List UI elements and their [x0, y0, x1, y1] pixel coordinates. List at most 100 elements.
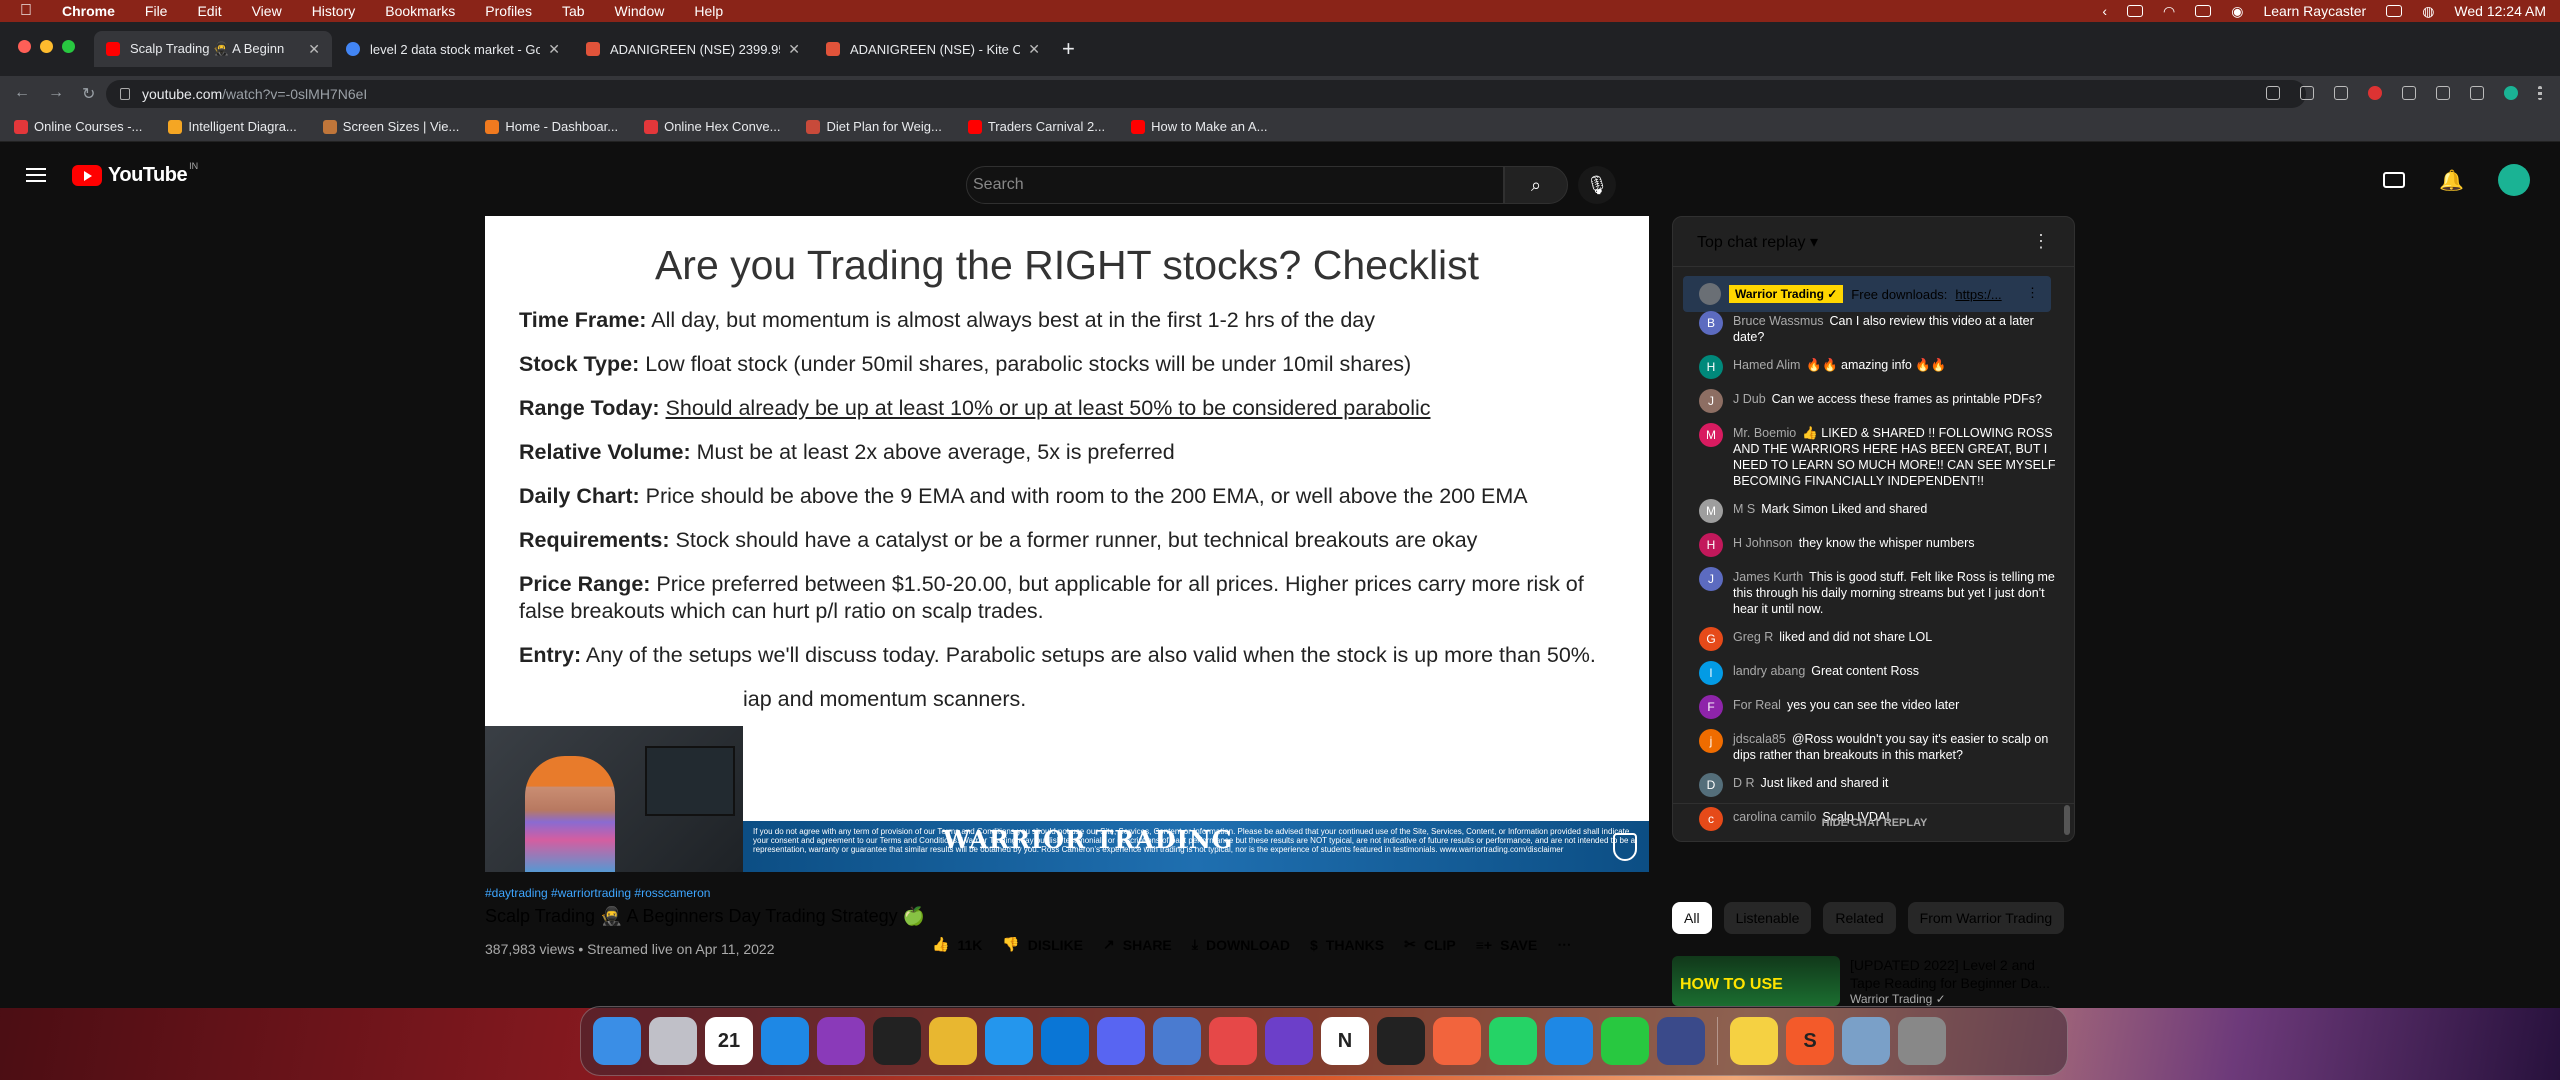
tab-google[interactable]: level 2 data stock market - Goo ✕: [334, 31, 572, 67]
avatar[interactable]: F: [1699, 695, 1723, 719]
chat-author[interactable]: H Johnson: [1733, 536, 1793, 550]
control-center-icon[interactable]: [2386, 5, 2403, 17]
sidebar-icon[interactable]: [2470, 86, 2484, 100]
preview-icon[interactable]: [1842, 1017, 1890, 1065]
tab-kite-2[interactable]: ADANIGREEN (NSE) - Kite Cha ✕: [814, 31, 1052, 67]
hashtags[interactable]: #daytrading #warriortrading #rosscameron: [485, 886, 1655, 900]
avatar[interactable]: D: [1699, 773, 1723, 797]
minimize-window-button[interactable]: [40, 40, 53, 53]
chat-message[interactable]: M Mr. Boemio 👍 LIKED & SHARED !! FOLLOWING…: [1699, 423, 2063, 489]
chat-author[interactable]: Greg R: [1733, 630, 1773, 644]
more-vertical-icon[interactable]: ⋮: [2026, 285, 2039, 301]
chip-all[interactable]: All: [1672, 902, 1712, 934]
chat-author[interactable]: Hamed Alim: [1733, 358, 1800, 372]
menu-file[interactable]: File: [145, 3, 168, 19]
recommended-channel[interactable]: Warrior Trading ✓: [1850, 992, 2060, 1006]
avatar[interactable]: B: [1699, 311, 1723, 335]
chat-message[interactable]: D D R Just liked and shared it: [1699, 773, 2063, 797]
chat-message[interactable]: B Bruce Wassmus Can I also review this vid…: [1699, 311, 2063, 345]
raycast-status[interactable]: Learn Raycaster: [2263, 3, 2366, 19]
avatar[interactable]: l: [1699, 661, 1723, 685]
hide-chat-replay-button[interactable]: HIDE CHAT REPLAY: [1673, 803, 2074, 841]
reload-icon[interactable]: ↻: [82, 84, 95, 104]
bookmark-star-icon[interactable]: [2334, 86, 2348, 100]
tab-youtube[interactable]: Scalp Trading 🥷 A Beginn ✕: [94, 31, 332, 67]
avatar[interactable]: M: [1699, 499, 1723, 523]
avatar[interactable]: H: [1699, 533, 1723, 557]
chip-related[interactable]: Related: [1823, 902, 1896, 934]
discord-icon[interactable]: [1097, 1017, 1145, 1065]
whatsapp-icon[interactable]: [1489, 1017, 1537, 1065]
more-menu-icon[interactable]: [2538, 86, 2542, 100]
todo-icon[interactable]: [1209, 1017, 1257, 1065]
profile-icon[interactable]: [2504, 86, 2518, 100]
youtube-logo[interactable]: YouTube IN: [72, 161, 198, 187]
menu-tab[interactable]: Tab: [562, 3, 585, 19]
chat-message[interactable]: H Hamed Alim 🔥🔥 amazing info 🔥🔥: [1699, 355, 2063, 379]
chat-message[interactable]: J J Dub Can we access these frames as prin…: [1699, 389, 2063, 413]
lock-icon[interactable]: [120, 88, 130, 100]
like-button[interactable]: 👍 11K: [932, 936, 982, 953]
trash-icon[interactable]: [1898, 1017, 1946, 1065]
address-bar[interactable]: youtube.com/watch?v=-0slMH7N6eI: [106, 80, 2306, 108]
facetime-icon[interactable]: [1601, 1017, 1649, 1065]
chat-author[interactable]: jdscala85: [1733, 732, 1786, 746]
close-tab-icon[interactable]: ✕: [1028, 41, 1040, 58]
tab-kite-1[interactable]: ADANIGREEN (NSE) 2399.95 ▲ ✕: [574, 31, 812, 67]
save-button[interactable]: ≡+ SAVE: [1476, 937, 1537, 953]
avatar[interactable]: G: [1699, 627, 1723, 651]
chat-author[interactable]: James Kurth: [1733, 570, 1803, 584]
chat-message[interactable]: l landry abang Great content Ross: [1699, 661, 2063, 685]
bookmark-item[interactable]: Traders Carnival 2...: [967, 119, 1105, 134]
chat-message[interactable]: J James Kurth This is good stuff. Felt lik…: [1699, 567, 2063, 617]
launchpad-icon[interactable]: [649, 1017, 697, 1065]
github-desktop-icon[interactable]: [817, 1017, 865, 1065]
chat-author[interactable]: D R: [1733, 776, 1755, 790]
screen-mirroring-icon[interactable]: [2195, 5, 2212, 17]
chip-from-warrior-trading[interactable]: From Warrior Trading: [1907, 902, 2065, 934]
siri-icon[interactable]: ◍: [2422, 3, 2434, 20]
avatar[interactable]: M: [1699, 423, 1723, 447]
menu-history[interactable]: History: [312, 3, 356, 19]
app-store-icon[interactable]: [761, 1017, 809, 1065]
avatar[interactable]: j: [1699, 729, 1723, 753]
share-button[interactable]: ↗ SHARE: [1103, 936, 1172, 953]
chrome-icon[interactable]: [929, 1017, 977, 1065]
calendar-icon[interactable]: 21: [705, 1017, 753, 1065]
wifi-icon[interactable]: ◠: [2163, 3, 2175, 20]
terminal-icon[interactable]: [1377, 1017, 1425, 1065]
bookmark-item[interactable]: How to Make an A...: [1131, 119, 1267, 134]
menu-bookmarks[interactable]: Bookmarks: [385, 3, 455, 19]
voice-search-button[interactable]: 🎙: [1578, 166, 1616, 204]
thanks-button[interactable]: $ THANKS: [1310, 937, 1384, 953]
bookmark-item[interactable]: Home - Dashboar...: [485, 119, 618, 134]
pinned-link[interactable]: https:/...: [1955, 287, 2001, 302]
sublime-icon[interactable]: S: [1786, 1017, 1834, 1065]
back-icon[interactable]: ←: [14, 84, 30, 104]
chat-author[interactable]: For Real: [1733, 698, 1781, 712]
more-actions-button[interactable]: ⋯: [1557, 936, 1571, 953]
safari-icon[interactable]: [1545, 1017, 1593, 1065]
menu-view[interactable]: View: [252, 3, 282, 19]
avatar[interactable]: J: [1699, 567, 1723, 591]
search-input[interactable]: Search: [966, 166, 1504, 204]
menu-help[interactable]: Help: [694, 3, 723, 19]
chat-author[interactable]: Mr. Boemio: [1733, 426, 1796, 440]
search-button[interactable]: ⌕: [1504, 166, 1568, 204]
chat-mode-dropdown[interactable]: Top chat replay ▾: [1697, 232, 1818, 252]
close-tab-icon[interactable]: ✕: [788, 41, 800, 58]
extension-badge-icon[interactable]: [2368, 86, 2382, 100]
share-icon[interactable]: [2300, 86, 2314, 100]
chat-message[interactable]: M M S Mark Simon Liked and shared: [1699, 499, 2063, 523]
chat-message[interactable]: j jdscala85 @Ross wouldn't you say it's ea…: [1699, 729, 2063, 763]
close-window-button[interactable]: [18, 40, 31, 53]
raycast-ai-icon[interactable]: [1657, 1017, 1705, 1065]
chat-message[interactable]: G Greg R liked and did not share LOL: [1699, 627, 2063, 651]
notes-icon[interactable]: [1730, 1017, 1778, 1065]
apple-icon[interactable]: : [20, 2, 32, 20]
bookmark-item[interactable]: Diet Plan for Weig...: [806, 119, 942, 134]
account-avatar[interactable]: [2498, 164, 2530, 196]
new-tab-icon[interactable]: +: [1062, 36, 1075, 62]
notifications-icon[interactable]: 🔔: [2439, 168, 2464, 193]
bookmark-item[interactable]: Online Courses -...: [14, 119, 142, 134]
